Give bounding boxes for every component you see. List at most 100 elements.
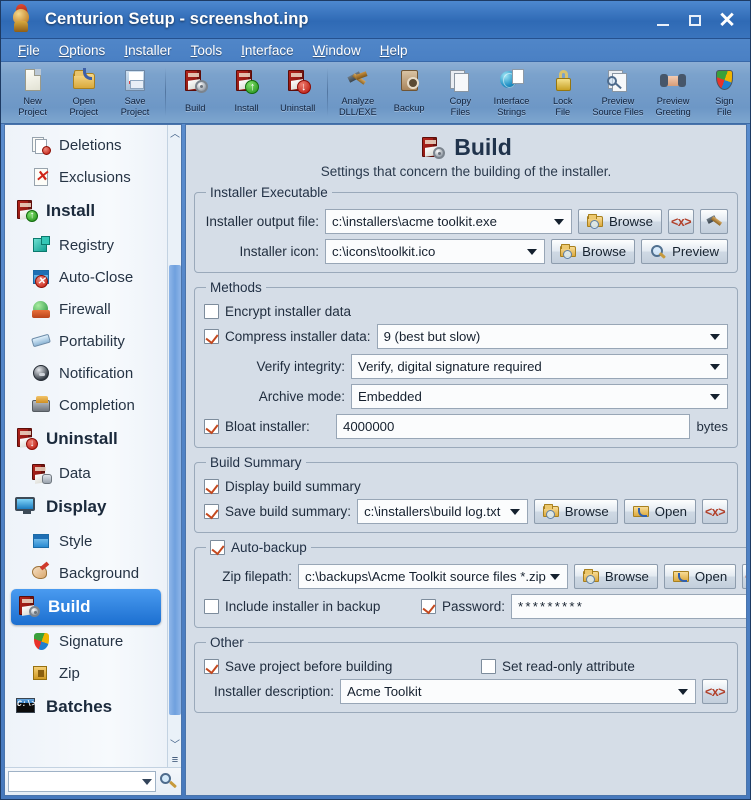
- variable-icon: <x>: [745, 570, 746, 584]
- open-folder-icon: [632, 504, 650, 519]
- sidebar-item-portability[interactable]: Portability: [5, 325, 167, 357]
- search-input[interactable]: [8, 771, 156, 792]
- zip-filepath-variable-button[interactable]: <x>: [742, 564, 746, 589]
- minimize-icon[interactable]: [648, 5, 678, 35]
- compress-level-select[interactable]: 9 (best but slow): [376, 324, 728, 349]
- color-shield-icon: [710, 67, 738, 95]
- set-read-only-attribute-checkbox[interactable]: [481, 659, 496, 674]
- safe-icon: [395, 67, 423, 95]
- toolbar-separator-1: [164, 68, 166, 116]
- save-build-summary-variable-button[interactable]: <x>: [702, 499, 728, 524]
- chevron-up-icon[interactable]: ︿: [168, 125, 181, 140]
- sidebar-item-firewall[interactable]: Firewall: [5, 293, 167, 325]
- compress-installer-data-label: Compress installer data:: [225, 329, 371, 344]
- toolbar: New Project Open Project Save Project Bu…: [1, 62, 750, 124]
- toolbar-preview-greeting[interactable]: Preview Greeting: [647, 65, 698, 122]
- sidebar-item-zip[interactable]: Zip: [5, 657, 167, 689]
- sidebar-item-style[interactable]: Style: [5, 525, 167, 557]
- save-build-summary-checkbox[interactable]: [204, 504, 219, 519]
- toolbar-save-project[interactable]: Save Project: [109, 65, 160, 122]
- variable-icon: <x>: [670, 214, 692, 229]
- bloat-installer-checkbox[interactable]: [204, 419, 219, 434]
- zip-filepath-value: c:\backups\Acme Toolkit source files *.z…: [305, 569, 546, 584]
- maximize-icon[interactable]: [680, 5, 710, 35]
- include-installer-in-backup-checkbox[interactable]: [204, 599, 219, 614]
- save-build-summary-browse-button[interactable]: Browse: [533, 499, 618, 524]
- sidebar-item-notification[interactable]: Notification: [5, 357, 167, 389]
- installer-output-variable-button[interactable]: <x>: [668, 209, 694, 234]
- toolbar-copy-files[interactable]: Copy Files: [435, 65, 486, 122]
- preview-pages-magnifier-icon: [604, 67, 632, 95]
- toolbar-open-project[interactable]: Open Project: [58, 65, 109, 122]
- menu-tools[interactable]: Tools: [183, 41, 231, 60]
- menu-help[interactable]: Help: [372, 41, 416, 60]
- menu-file[interactable]: FFileile: [10, 41, 48, 60]
- installer-output-file-input[interactable]: c:\installers\acme toolkit.exe: [325, 209, 573, 234]
- installer-output-browse-button[interactable]: Browse: [578, 209, 662, 234]
- archive-mode-value: Embedded: [358, 389, 422, 404]
- compress-installer-data-checkbox[interactable]: [204, 329, 219, 344]
- save-build-summary-input[interactable]: c:\installers\build log.txt: [357, 499, 528, 524]
- password-input[interactable]: *********: [511, 594, 746, 619]
- auto-backup-checkbox[interactable]: [210, 540, 225, 555]
- resize-grip-icon[interactable]: ≡: [168, 752, 181, 767]
- sidebar-item-registry[interactable]: Registry: [5, 229, 167, 261]
- box-database-icon: [31, 463, 52, 484]
- toolbar-new-project[interactable]: New Project: [7, 65, 58, 122]
- installer-description-input[interactable]: Acme Toolkit: [340, 679, 696, 704]
- sidebar-item-exclusions[interactable]: ✕ Exclusions: [5, 161, 167, 193]
- copy-files-icon: [446, 67, 474, 95]
- display-build-summary-checkbox[interactable]: [204, 479, 219, 494]
- save-project-before-building-checkbox[interactable]: [204, 659, 219, 674]
- encrypt-installer-data-checkbox[interactable]: [204, 304, 219, 319]
- toolbar-build[interactable]: Build: [170, 65, 221, 122]
- installer-description-variable-button[interactable]: <x>: [702, 679, 728, 704]
- sidebar-item-data[interactable]: Data: [5, 457, 167, 489]
- sidebar-item-uninstall[interactable]: ↓ Uninstall: [5, 421, 167, 457]
- sidebar-item-build[interactable]: Build: [11, 589, 161, 625]
- toolbar-sign-file[interactable]: Sign File: [699, 65, 750, 122]
- installer-output-analyze-button[interactable]: [700, 209, 728, 234]
- password-checkbox[interactable]: [421, 599, 436, 614]
- bloat-installer-input[interactable]: 4000000: [336, 414, 691, 439]
- command-prompt-icon: C:\>: [15, 695, 39, 719]
- toolbar-backup[interactable]: Backup: [384, 65, 435, 122]
- toolbar-lock-file[interactable]: Lock File: [537, 65, 588, 122]
- sidebar-item-display[interactable]: Display: [5, 489, 167, 525]
- registry-cube-icon: [31, 235, 52, 256]
- toolbar-uninstall[interactable]: ↓ Uninstall: [272, 65, 323, 122]
- archive-mode-select[interactable]: Embedded: [351, 384, 728, 409]
- row-verify-integrity: Verify integrity: Verify, digital signat…: [204, 354, 728, 379]
- zip-filepath-input[interactable]: c:\backups\Acme Toolkit source files *.z…: [298, 564, 568, 589]
- chevron-down-icon[interactable]: ﹀: [168, 736, 181, 751]
- installer-icon-preview-button[interactable]: Preview: [641, 239, 728, 264]
- chevron-down-icon[interactable]: [142, 778, 152, 785]
- menu-bar: FFileile Options Installer Tools Interfa…: [1, 39, 750, 62]
- sidebar-item-install[interactable]: ↑ Install: [5, 193, 167, 229]
- menu-window[interactable]: Window: [305, 41, 369, 60]
- search-magnifier-icon[interactable]: [156, 771, 178, 792]
- verify-integrity-select[interactable]: Verify, digital signature required: [351, 354, 728, 379]
- toolbar-preview-source-files[interactable]: Preview Source Files: [588, 65, 647, 122]
- sidebar-item-deletions[interactable]: Deletions: [5, 129, 167, 161]
- menu-installer[interactable]: Installer: [116, 41, 179, 60]
- sidebar-item-signature[interactable]: Signature: [5, 625, 167, 657]
- toolbar-analyze-dll-exe[interactable]: Analyze DLL/EXE: [332, 65, 383, 122]
- sidebar-scrollbar[interactable]: ︿ ﹀ ≡: [167, 125, 181, 767]
- sidebar-item-auto-close[interactable]: ✕ Auto-Close: [5, 261, 167, 293]
- installer-icon-browse-button[interactable]: Browse: [551, 239, 636, 264]
- scrollbar-thumb[interactable]: [169, 265, 181, 715]
- menu-interface[interactable]: Interface: [233, 41, 302, 60]
- close-icon[interactable]: ✕: [712, 5, 742, 35]
- sidebar-item-batches[interactable]: C:\> Batches: [5, 689, 167, 725]
- sidebar-item-background[interactable]: Background: [5, 557, 167, 589]
- toolbar-install[interactable]: ↑ Install: [221, 65, 272, 122]
- toolbar-interface-strings[interactable]: Interface Strings: [486, 65, 537, 122]
- zip-filepath-open-button[interactable]: Open: [663, 564, 737, 589]
- zip-filepath-browse-button[interactable]: Browse: [573, 564, 658, 589]
- menu-options[interactable]: Options: [51, 41, 114, 60]
- sidebar-item-completion[interactable]: Completion: [5, 389, 167, 421]
- save-build-summary-open-button[interactable]: Open: [623, 499, 696, 524]
- installer-icon-input[interactable]: c:\icons\toolkit.ico: [325, 239, 546, 264]
- sidebar-item-label: Portability: [59, 332, 125, 350]
